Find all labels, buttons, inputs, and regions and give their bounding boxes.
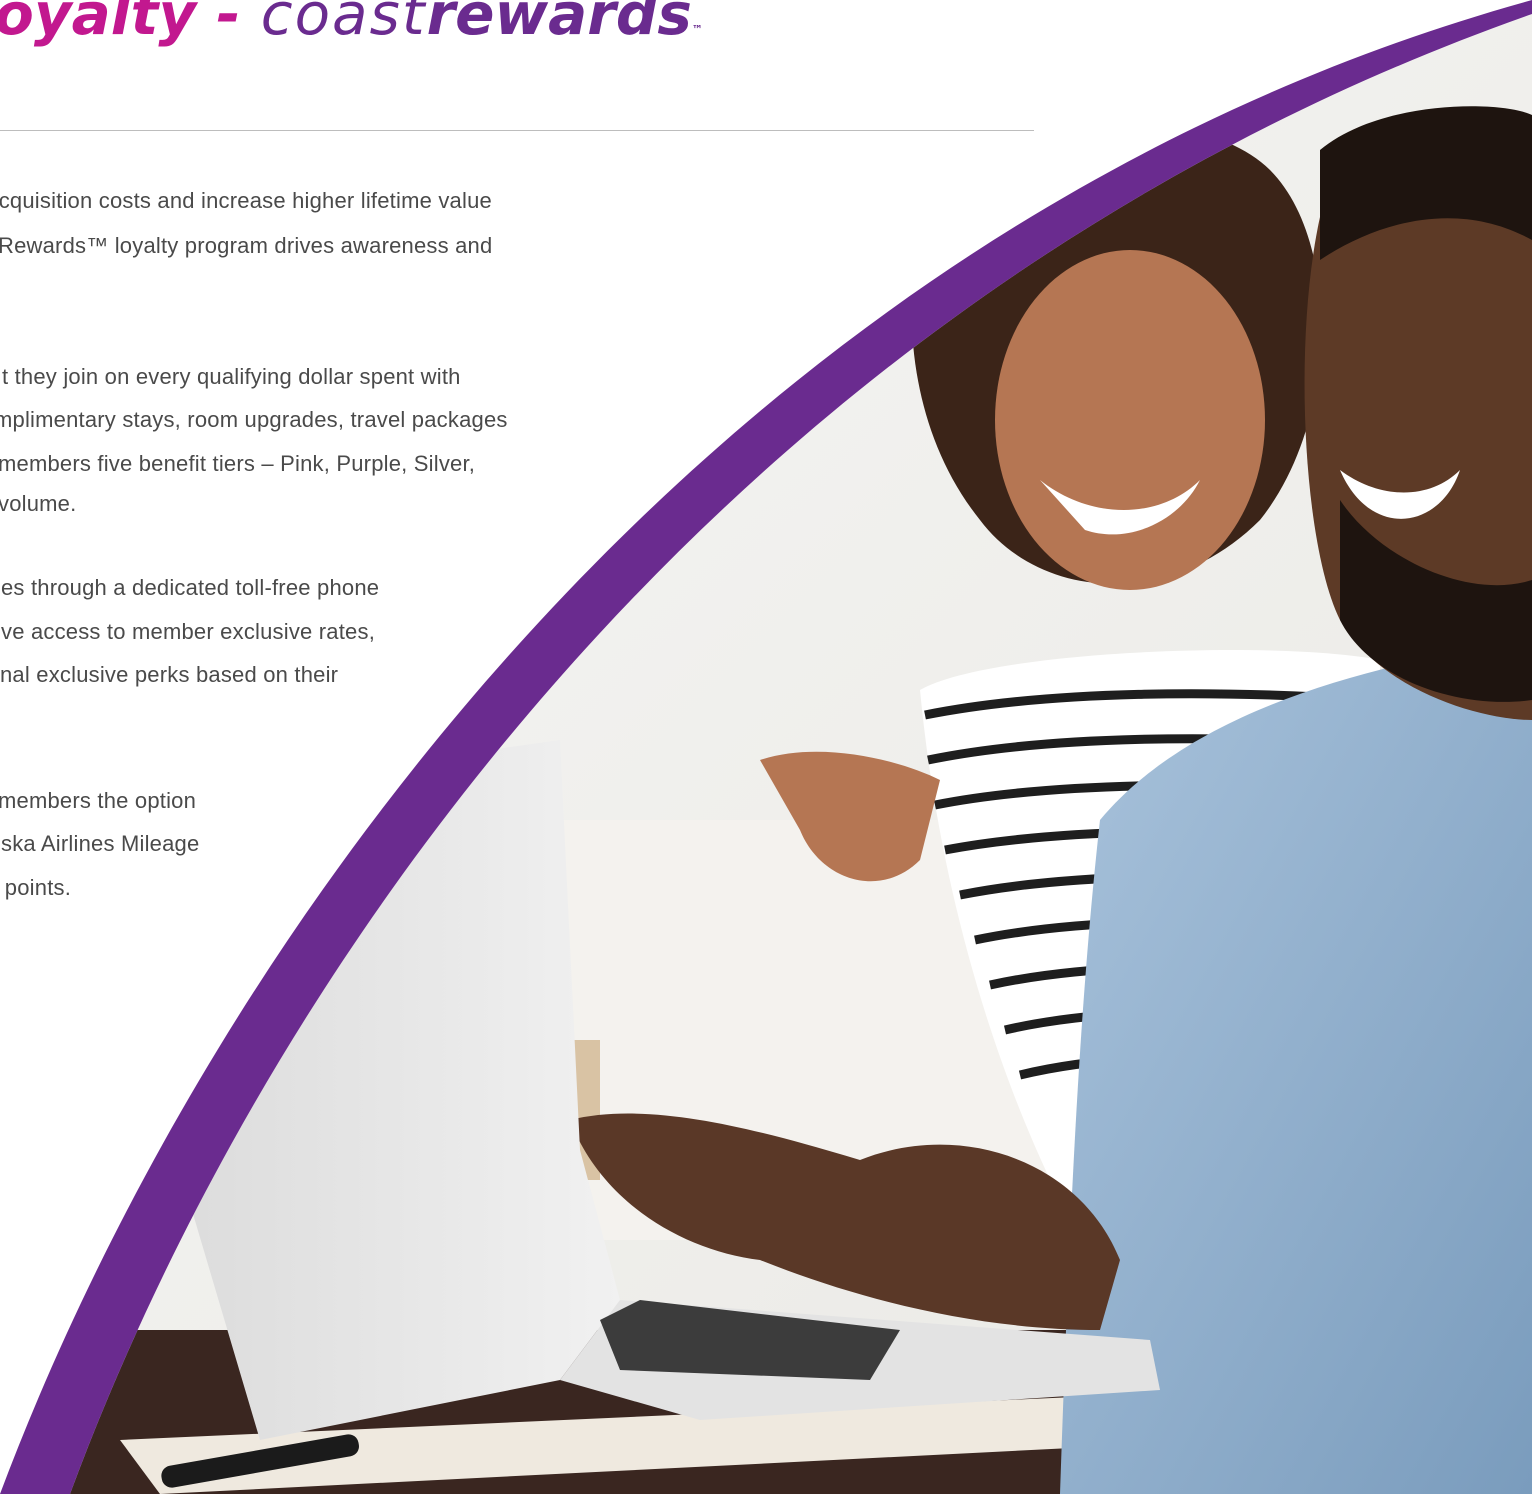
couple-laptop-photo <box>0 0 1532 1494</box>
document-page: oyalty - coastrewards™ er acquisition co… <box>0 0 1532 1494</box>
